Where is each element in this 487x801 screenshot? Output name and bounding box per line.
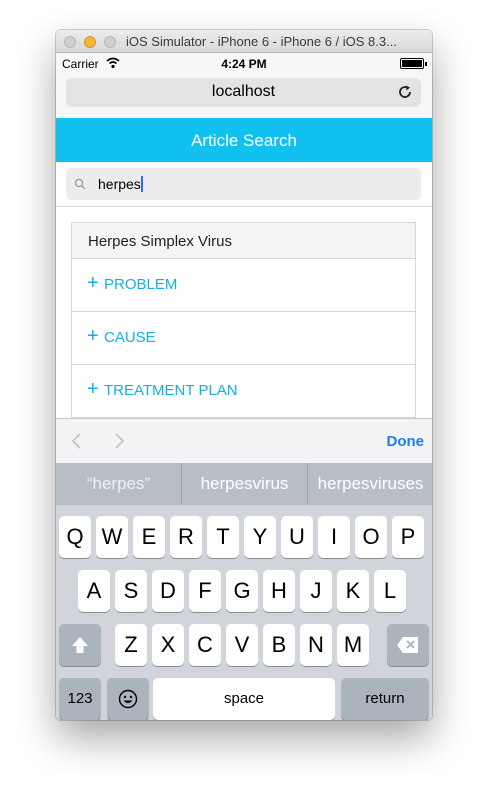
delete-key[interactable] [387, 624, 429, 666]
reload-icon[interactable] [397, 84, 413, 100]
expand-plus-icon: + [87, 378, 99, 400]
keyboard-accessory-bar: Done [56, 418, 432, 463]
key-s[interactable]: S [115, 570, 147, 612]
delete-icon [397, 637, 418, 653]
key-r[interactable]: R [170, 516, 202, 558]
key-v[interactable]: V [226, 624, 258, 666]
key-y[interactable]: Y [244, 516, 276, 558]
text-cursor [140, 176, 143, 192]
return-key[interactable]: return [341, 678, 429, 720]
search-input-value: herpes [98, 176, 141, 192]
done-button[interactable]: Done [387, 433, 425, 450]
simulator-window: iOS Simulator - iPhone 6 - iPhone 6 / iO… [56, 30, 432, 720]
key-m[interactable]: M [337, 624, 369, 666]
address-text: localhost [211, 83, 276, 100]
key-f[interactable]: F [189, 570, 221, 612]
article-title: Herpes Simplex Virus [88, 233, 232, 250]
search-bar: herpes [56, 162, 432, 207]
predictive-bar: “herpes” herpesvirus herpesviruses [56, 463, 432, 505]
shift-icon [72, 637, 88, 653]
phone-screen: Carrier 4:24 PM localhost Article Search [56, 53, 432, 720]
app-header: Article Search [56, 118, 432, 162]
expand-plus-icon: + [87, 272, 99, 294]
key-l[interactable]: L [374, 570, 406, 612]
key-d[interactable]: D [152, 570, 184, 612]
emoji-icon [118, 689, 138, 709]
page-title: Article Search [191, 131, 297, 150]
window-close-button[interactable] [64, 36, 76, 48]
search-icon [74, 178, 86, 190]
key-u[interactable]: U [281, 516, 313, 558]
suggestion-item[interactable]: herpesvirus [182, 463, 307, 505]
key-c[interactable]: C [189, 624, 221, 666]
suggestion-item[interactable]: “herpes” [56, 463, 181, 505]
key-a[interactable]: A [78, 570, 110, 612]
key-g[interactable]: G [226, 570, 258, 612]
key-i[interactable]: I [318, 516, 350, 558]
section-cause[interactable]: + CAUSE [72, 312, 415, 365]
window-title: iOS Simulator - iPhone 6 - iPhone 6 / iO… [126, 34, 397, 49]
key-p[interactable]: P [392, 516, 424, 558]
article-header: Herpes Simplex Virus [72, 223, 415, 259]
key-h[interactable]: H [263, 570, 295, 612]
key-t[interactable]: T [207, 516, 239, 558]
section-label: PROBLEM [104, 276, 178, 293]
address-bar[interactable]: localhost [66, 78, 421, 107]
search-input[interactable]: herpes [98, 176, 398, 192]
article-card: Herpes Simplex Virus + PROBLEM + CAUSE +… [71, 222, 416, 422]
status-time: 4:24 PM [221, 57, 267, 71]
shift-key[interactable] [59, 624, 101, 666]
key-w[interactable]: W [96, 516, 128, 558]
numbers-key[interactable]: 123 [59, 678, 101, 720]
key-e[interactable]: E [133, 516, 165, 558]
chevron-left-icon[interactable] [70, 432, 84, 450]
key-b[interactable]: B [263, 624, 295, 666]
search-field[interactable]: herpes [66, 168, 421, 200]
section-treatment-plan[interactable]: + TREATMENT PLAN [72, 365, 415, 418]
window-minimize-button[interactable] [84, 36, 96, 48]
key-x[interactable]: X [152, 624, 184, 666]
key-z[interactable]: Z [115, 624, 147, 666]
battery-icon [400, 58, 427, 69]
window-titlebar: iOS Simulator - iPhone 6 - iPhone 6 / iO… [56, 30, 432, 53]
key-q[interactable]: Q [59, 516, 91, 558]
emoji-key[interactable] [107, 678, 149, 720]
key-o[interactable]: O [355, 516, 387, 558]
key-j[interactable]: J [300, 570, 332, 612]
window-zoom-button[interactable] [104, 36, 116, 48]
section-problem[interactable]: + PROBLEM [72, 259, 415, 312]
section-label: CAUSE [104, 329, 156, 346]
suggestion-item[interactable]: herpesviruses [308, 463, 432, 505]
key-n[interactable]: N [300, 624, 332, 666]
browser-bar: localhost [56, 73, 432, 118]
key-k[interactable]: K [337, 570, 369, 612]
chevron-right-icon[interactable] [112, 432, 126, 450]
keyboard: Q W E R T Y U I O P A S D F G H J K L Z [56, 505, 432, 720]
space-key[interactable]: space [153, 678, 335, 720]
section-label: TREATMENT PLAN [104, 382, 238, 399]
status-bar: Carrier 4:24 PM [56, 53, 432, 73]
expand-plus-icon: + [87, 325, 99, 347]
